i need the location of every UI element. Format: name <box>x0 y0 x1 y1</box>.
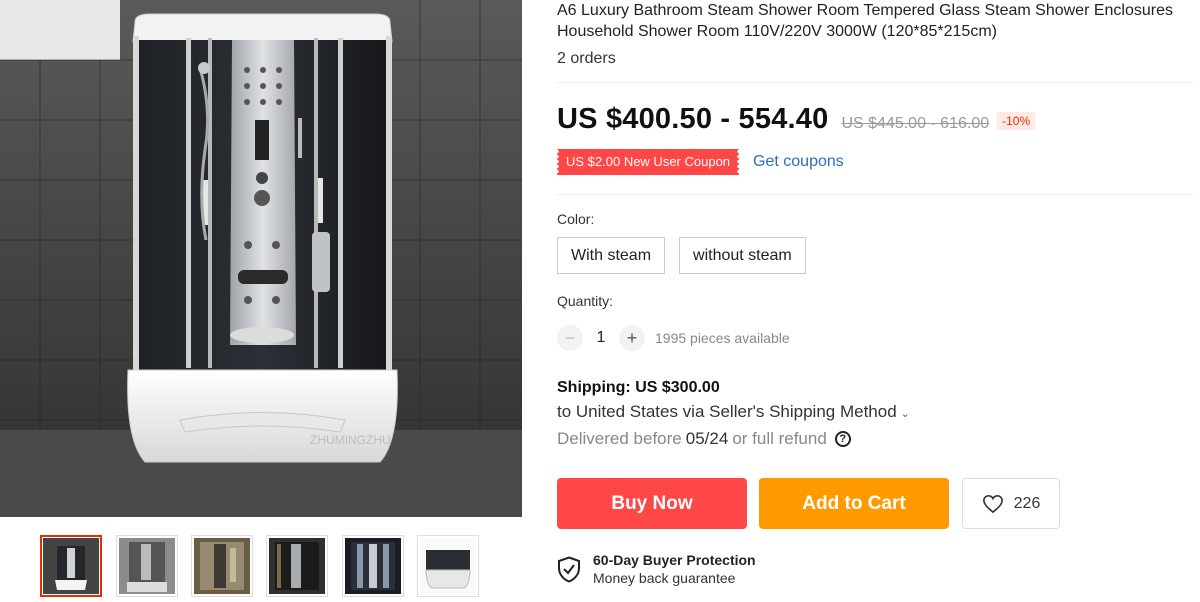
image-watermark: ZHUMINGZHU <box>310 433 391 447</box>
new-user-coupon[interactable]: US $2.00 New User Coupon <box>554 149 742 175</box>
action-buttons: Buy Now Add to Cart 226 <box>557 478 1197 529</box>
wishlist-button[interactable]: 226 <box>962 478 1060 529</box>
thumbnail-2[interactable] <box>116 535 178 597</box>
current-price: US $400.50 - 554.40 <box>557 103 829 135</box>
quantity-label: Quantity: <box>557 293 614 309</box>
shipping-method-text: to United States via Seller's Shipping M… <box>557 402 897 421</box>
stock-available: 1995 pieces available <box>655 330 790 346</box>
shield-check-icon <box>558 555 580 583</box>
price-row: US $400.50 - 554.40 US $445.00 - 616.00 … <box>557 103 1197 136</box>
quantity-value[interactable]: 1 <box>583 329 619 347</box>
add-to-cart-button[interactable]: Add to Cart <box>759 478 949 529</box>
main-product-image[interactable]: ZHUMINGZHU <box>0 0 522 517</box>
color-label: Color: <box>557 211 595 227</box>
product-page: ZHUMINGZHU A6 Luxury Bathroom Steam Show… <box>0 0 1200 602</box>
product-title: A6 Luxury Bathroom Steam Shower Room Tem… <box>557 2 1173 40</box>
quantity-increase-button[interactable]: + <box>619 325 645 351</box>
shipping-cost: Shipping: US $300.00 <box>557 379 720 396</box>
wishlist-count: 226 <box>1013 494 1041 512</box>
color-option-with-steam[interactable]: With steam <box>557 237 666 274</box>
coupon-row: US $2.00 New User Coupon Get coupons <box>554 149 1197 175</box>
buyer-protection: 60-Day Buyer Protection Money back guara… <box>557 552 1197 586</box>
thumbnail-5[interactable] <box>342 535 404 597</box>
help-icon[interactable]: ? <box>834 431 851 447</box>
color-option-without-steam[interactable]: without steam <box>679 237 806 274</box>
chevron-down-icon: ⌄ <box>900 408 910 420</box>
color-options: With steam without steam <box>557 237 1197 274</box>
delivery-date: 05/24 <box>685 429 729 448</box>
order-count: 2 orders <box>557 50 616 67</box>
shipping-method[interactable]: to United States via Seller's Shipping M… <box>557 402 1197 422</box>
protection-subtitle: Money back guarantee <box>593 570 736 586</box>
protection-title: 60-Day Buyer Protection <box>593 552 756 568</box>
divider <box>557 82 1194 83</box>
divider <box>557 194 1194 195</box>
thumbnail-strip <box>40 535 490 599</box>
discount-badge: -10% <box>997 112 1036 130</box>
quantity-decrease-button[interactable]: − <box>557 325 583 351</box>
protection-text: 60-Day Buyer Protection Money back guara… <box>593 552 756 586</box>
product-info: A6 Luxury Bathroom Steam Shower Room Tem… <box>554 0 1197 586</box>
delivery-estimate: Delivered before 05/24 or full refund ? <box>557 429 1197 449</box>
thumbnail-1[interactable] <box>40 535 102 597</box>
thumbnail-4[interactable] <box>266 535 328 597</box>
delivery-suffix: or full refund <box>732 429 827 448</box>
buy-now-button[interactable]: Buy Now <box>557 478 747 529</box>
original-price: US $445.00 - 616.00 <box>841 115 990 132</box>
thumbnail-3[interactable] <box>191 535 253 597</box>
thumbnail-6[interactable] <box>417 535 479 597</box>
quantity-stepper: − 1 + 1995 pieces available <box>557 325 1197 351</box>
get-coupons-link[interactable]: Get coupons <box>753 153 844 171</box>
delivery-prefix: Delivered before <box>557 429 682 448</box>
heart-icon <box>982 494 1003 513</box>
